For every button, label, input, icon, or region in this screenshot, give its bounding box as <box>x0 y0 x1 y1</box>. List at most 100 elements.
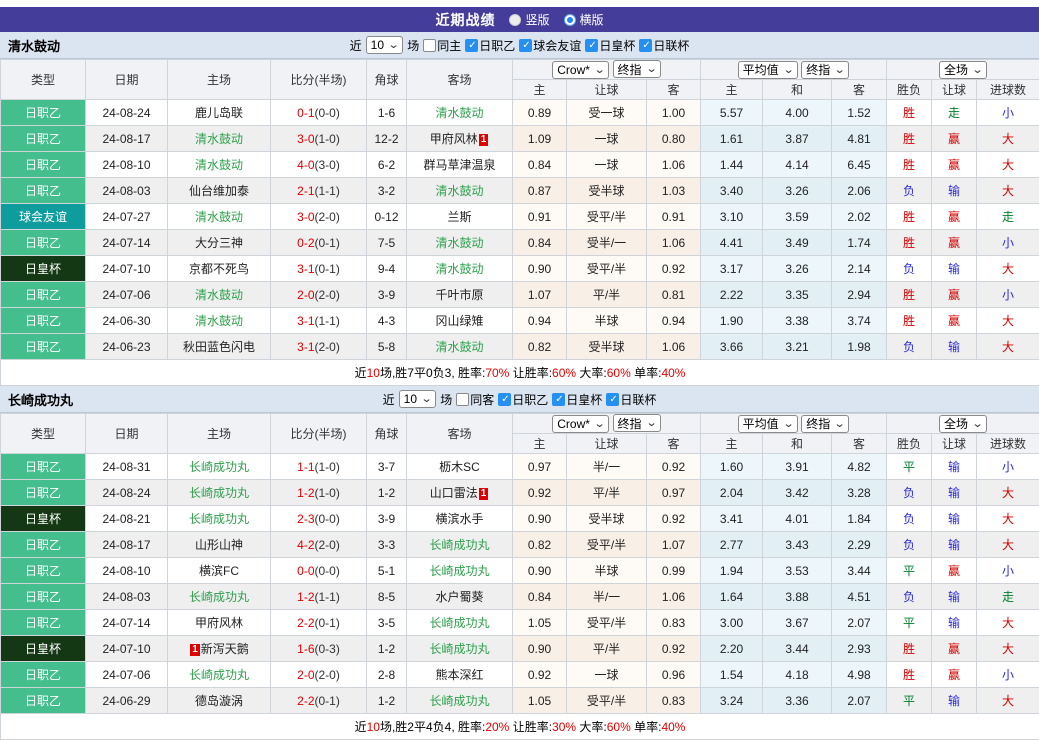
summary-row: 近10场,胜7平0负3, 胜率:70% 让胜率:60% 大率:60% 单率:40… <box>1 360 1039 386</box>
league-checkbox[interactable] <box>639 39 652 52</box>
home-team: 1新泻天鹅 <box>168 636 271 662</box>
match-date: 24-07-10 <box>86 636 168 662</box>
away-team: 清水鼓动 <box>407 256 513 282</box>
same-side-filter[interactable]: 同主 <box>423 37 461 54</box>
scope-select[interactable]: 全场 ⌄ <box>939 415 987 433</box>
avg-away-odds: 2.07 <box>832 688 887 714</box>
avg-home-odds: 3.24 <box>701 688 763 714</box>
same-side-checkbox[interactable] <box>423 39 436 52</box>
col-corner: 角球 <box>367 60 407 100</box>
col-away: 客场 <box>407 60 513 100</box>
match-row: 日职乙 24-08-10 清水鼓动 4-0(3-0) 6-2 群马草津温泉 0.… <box>1 152 1039 178</box>
near-count-select[interactable]: 10 ⌄ <box>366 36 404 54</box>
handicap-line: 一球 <box>567 126 647 152</box>
team-name-text: 长崎成功丸 <box>189 668 249 682</box>
summary-segment: 大率: <box>576 366 607 380</box>
score-cell: 4-2(2-0) <box>271 532 367 558</box>
avg-away-odds: 2.94 <box>832 282 887 308</box>
result-handicap: 赢 <box>932 282 977 308</box>
halftime-score: (0-1) <box>315 694 340 708</box>
avg-draw-odds: 3.44 <box>763 636 832 662</box>
fulltime-score: 3-0 <box>297 132 314 146</box>
average-select[interactable]: 平均值 ⌄ <box>738 415 798 433</box>
score-cell: 4-0(3-0) <box>271 152 367 178</box>
result-winlose: 负 <box>887 256 932 282</box>
final-odds-select-a[interactable]: 终指 ⌄ <box>613 414 661 432</box>
league-filter[interactable]: 日职乙 <box>465 37 515 54</box>
scope-select[interactable]: 全场 ⌄ <box>939 61 987 79</box>
team-name-text: 清水鼓动 <box>195 210 243 224</box>
avg-draw-odds: 3.87 <box>763 126 832 152</box>
score-cell: 2-2(0-1) <box>271 688 367 714</box>
handicap-line: 半球 <box>567 558 647 584</box>
halftime-score: (0-1) <box>315 236 340 250</box>
match-row: 日职乙 24-08-17 山形山神 4-2(2-0) 3-3 长崎成功丸 0.8… <box>1 532 1039 558</box>
col-result-goals: 进球数 <box>977 80 1039 100</box>
match-date: 24-07-10 <box>86 256 168 282</box>
league-filter[interactable]: 日联杯 <box>639 37 689 54</box>
home-team: 长崎成功丸 <box>168 506 271 532</box>
home-team: 清水鼓动 <box>168 126 271 152</box>
result-goals: 小 <box>977 100 1039 126</box>
home-team: 清水鼓动 <box>168 152 271 178</box>
league-checkbox[interactable] <box>498 393 511 406</box>
same-side-filter[interactable]: 同客 <box>456 391 494 408</box>
team-name: 长崎成功丸 <box>8 390 73 409</box>
handicap-line: 半球 <box>567 308 647 334</box>
near-count-select[interactable]: 10 ⌄ <box>399 390 437 408</box>
handicap-line: 受半球 <box>567 334 647 360</box>
away-team: 甲府风林1 <box>407 126 513 152</box>
result-winlose: 胜 <box>887 100 932 126</box>
match-row: 日职乙 24-06-30 清水鼓动 3-1(1-1) 4-3 冈山绿雉 0.94… <box>1 308 1039 334</box>
fulltime-score: 2-0 <box>297 668 314 682</box>
avg-away-odds: 6.45 <box>832 152 887 178</box>
league-label: 日职乙 <box>512 391 548 408</box>
league-type-cell: 日职乙 <box>1 152 86 178</box>
radio-selected-icon[interactable] <box>564 14 576 26</box>
col-avg-away: 客 <box>832 434 887 454</box>
avg-away-odds: 3.74 <box>832 308 887 334</box>
halftime-score: (0-0) <box>315 512 340 526</box>
league-checkbox[interactable] <box>585 39 598 52</box>
bookmaker-select[interactable]: Crow* ⌄ <box>552 61 609 79</box>
team-name-text: 清水鼓动 <box>195 288 243 302</box>
final-odds-select-b[interactable]: 终指 ⌄ <box>801 415 849 433</box>
league-filter[interactable]: 日皇杯 <box>585 37 635 54</box>
score-cell: 2-2(0-1) <box>271 610 367 636</box>
avg-draw-odds: 3.49 <box>763 230 832 256</box>
league-checkbox[interactable] <box>465 39 478 52</box>
result-goals: 小 <box>977 282 1039 308</box>
league-checkbox[interactable] <box>519 39 532 52</box>
league-checkbox[interactable] <box>552 393 565 406</box>
league-filter[interactable]: 日皇杯 <box>552 391 602 408</box>
same-side-checkbox[interactable] <box>456 393 469 406</box>
corner-score: 5-8 <box>367 334 407 360</box>
league-filter[interactable]: 日联杯 <box>606 391 656 408</box>
final-odds-select-b[interactable]: 终指 ⌄ <box>801 61 849 79</box>
league-label: 日职乙 <box>479 37 515 54</box>
final-odds-value: 终指 <box>618 61 642 78</box>
page-title: 近期战绩 <box>435 10 495 30</box>
match-row: 日职乙 24-07-06 长崎成功丸 2-0(2-0) 2-8 熊本深红 0.9… <box>1 662 1039 688</box>
handicap-home-odds: 1.07 <box>513 282 567 308</box>
summary-segment: 10 <box>367 366 380 380</box>
league-filter[interactable]: 球会友谊 <box>519 37 581 54</box>
summary-segment: 20% <box>485 720 509 734</box>
result-handicap: 输 <box>932 688 977 714</box>
summary-text: 近10场,胜2平4负4, 胜率:20% 让胜率:30% 大率:60% 单率:40… <box>1 714 1039 740</box>
league-checkbox[interactable] <box>606 393 619 406</box>
radio-icon[interactable] <box>509 14 521 26</box>
bookmaker-select[interactable]: Crow* ⌄ <box>552 415 609 433</box>
col-result-winlose: 胜负 <box>887 80 932 100</box>
table-header: 类型 日期 主场 比分(半场) 角球 客场 Crow* ⌄ 终指 ⌄ <box>1 414 1039 454</box>
score-cell: 3-0(2-0) <box>271 204 367 230</box>
layout-radio-vertical[interactable]: 竖版 <box>509 11 549 28</box>
fulltime-score: 3-1 <box>297 314 314 328</box>
avg-away-odds: 1.52 <box>832 100 887 126</box>
average-select[interactable]: 平均值 ⌄ <box>738 61 798 79</box>
final-odds-select-a[interactable]: 终指 ⌄ <box>613 60 661 78</box>
league-type-cell: 日皇杯 <box>1 506 86 532</box>
layout-radio-horizontal[interactable]: 横版 <box>564 11 604 28</box>
league-filter[interactable]: 日职乙 <box>498 391 548 408</box>
avg-home-odds: 3.40 <box>701 178 763 204</box>
